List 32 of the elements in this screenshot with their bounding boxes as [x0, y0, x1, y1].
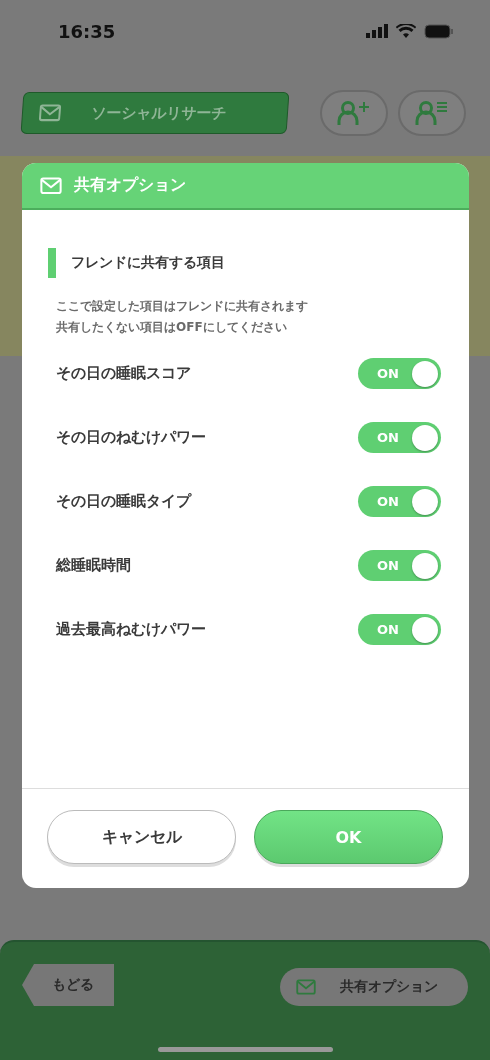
signal-icon: [366, 24, 388, 38]
option-label: 総睡眠時間: [56, 556, 131, 575]
battery-icon: [424, 23, 454, 39]
wifi-icon: [396, 24, 416, 38]
option-label: その日の睡眠スコア: [56, 364, 191, 383]
person-list-icon: [415, 100, 449, 126]
friend-list-button[interactable]: [398, 90, 466, 136]
toggle-switch[interactable]: ON: [358, 550, 441, 581]
toggle-switch[interactable]: ON: [358, 614, 441, 645]
status-time: 16:35: [58, 20, 116, 42]
description-line: 共有したくない項目はOFFにしてください: [56, 319, 287, 336]
share-options-button[interactable]: 共有オプション: [280, 968, 468, 1006]
mail-icon: [296, 979, 316, 995]
description-line: ここで設定した項目はフレンドに共有されます: [56, 298, 308, 315]
add-friend-button[interactable]: [320, 90, 388, 136]
option-label: 過去最高ねむけパワー: [56, 620, 206, 639]
option-label: その日のねむけパワー: [56, 428, 206, 447]
section-title: フレンドに共有する項目: [71, 254, 225, 272]
mail-icon: [38, 104, 62, 122]
option-label: その日の睡眠タイプ: [56, 492, 191, 511]
section-marker: [48, 248, 56, 278]
dialog-title: 共有オプション: [74, 175, 186, 196]
person-plus-icon: [337, 100, 371, 126]
mail-icon: [40, 176, 62, 195]
ok-button[interactable]: OK: [254, 810, 443, 864]
header-title: ソーシャルリサーチ: [90, 103, 227, 123]
cancel-button[interactable]: キャンセル: [47, 810, 236, 864]
toggle-switch[interactable]: ON: [358, 486, 441, 517]
back-button[interactable]: もどる: [22, 964, 114, 1006]
toggle-switch[interactable]: ON: [358, 358, 441, 389]
share-options-label: 共有オプション: [340, 978, 438, 996]
toggle-switch[interactable]: ON: [358, 422, 441, 453]
